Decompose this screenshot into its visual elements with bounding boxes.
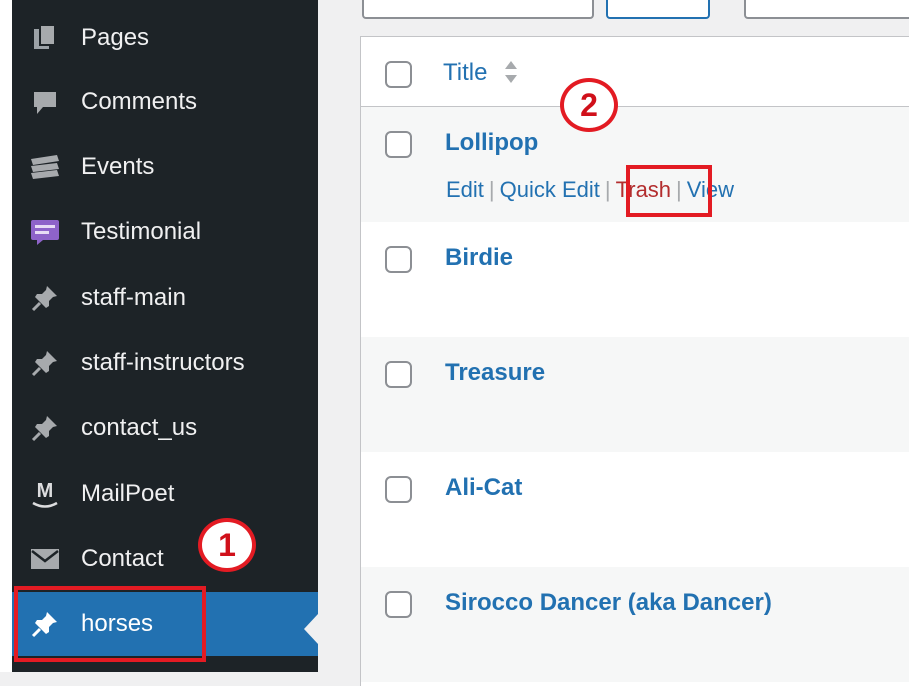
sidebar-item-staff-instructors[interactable]: staff-instructors: [12, 331, 318, 395]
sidebar-item-pages[interactable]: Pages: [12, 6, 318, 70]
mailpoet-icon-letter: M: [37, 480, 54, 502]
sidebar-item-label: Pages: [81, 24, 150, 51]
table-header: Title: [361, 37, 909, 107]
active-menu-pointer: [304, 614, 318, 644]
sidebar-item-label: staff-main: [81, 284, 186, 311]
column-title-sort-link[interactable]: Title: [443, 59, 487, 87]
table-row: Sirocco Dancer (aka Dancer): [361, 567, 909, 682]
row-title-link[interactable]: Sirocco Dancer (aka Dancer): [445, 589, 772, 617]
select-all-checkbox[interactable]: [385, 61, 412, 88]
sidebar-item-events[interactable]: Events: [12, 135, 318, 199]
comments-icon: [26, 85, 64, 119]
row-title-link[interactable]: Birdie: [445, 244, 513, 272]
sidebar-item-staff-main[interactable]: staff-main: [12, 266, 318, 330]
pin-icon: [26, 281, 64, 315]
sidebar-item-label: Events: [81, 153, 155, 180]
sidebar-item-testimonial[interactable]: Testimonial: [12, 200, 318, 264]
envelope-icon: [26, 542, 64, 576]
sidebar-item-mailpoet[interactable]: M MailPoet: [12, 462, 318, 526]
events-icon: [26, 150, 64, 184]
bulk-actions-select[interactable]: [362, 0, 594, 19]
table-row: Birdie: [361, 222, 909, 337]
posts-table: Title Lollipop Edit | Quick Edit | Trash | Vie…: [360, 36, 909, 686]
apply-button[interactable]: [606, 0, 710, 19]
row-title-link[interactable]: Lollipop: [445, 129, 538, 157]
sidebar-item-label: Testimonial: [81, 218, 202, 245]
row-checkbox[interactable]: [385, 361, 412, 388]
row-title-link[interactable]: Treasure: [445, 359, 545, 387]
row-title-link[interactable]: Ali-Cat: [445, 474, 522, 502]
left-strip: [0, 0, 12, 672]
table-row: Ali-Cat: [361, 452, 909, 567]
sidebar-item-contact[interactable]: Contact: [12, 527, 318, 591]
step-badge-2: 2: [560, 78, 618, 132]
sidebar-item-comments[interactable]: Comments: [12, 70, 318, 134]
row-checkbox[interactable]: [385, 246, 412, 273]
highlight-box-horses: [14, 586, 206, 662]
table-row: Treasure: [361, 337, 909, 452]
testimonial-icon: [26, 215, 64, 249]
pin-icon: [26, 411, 64, 445]
quick-edit-link[interactable]: Quick Edit: [500, 177, 600, 202]
step-badge-1: 1: [198, 518, 256, 572]
sidebar-item-label: MailPoet: [81, 480, 175, 507]
sidebar-item-label: Contact: [81, 545, 164, 572]
row-checkbox[interactable]: [385, 131, 412, 158]
sidebar-item-label: contact_us: [81, 414, 198, 441]
separator: |: [488, 177, 495, 202]
row-checkbox[interactable]: [385, 591, 412, 618]
sidebar-item-label: Comments: [81, 88, 198, 115]
sidebar-item-label: staff-instructors: [81, 349, 245, 376]
admin-sidebar: Pages Comments Events Testimonial staff-…: [12, 0, 318, 672]
pin-icon: [26, 346, 64, 380]
row-checkbox[interactable]: [385, 476, 412, 503]
sidebar-item-contact-us[interactable]: contact_us: [12, 396, 318, 460]
edit-link[interactable]: Edit: [446, 177, 484, 202]
mailpoet-icon: M: [26, 477, 64, 511]
pages-icon: [26, 21, 64, 55]
filter-select[interactable]: [744, 0, 909, 19]
separator: |: [604, 177, 611, 202]
sort-icon[interactable]: [503, 57, 519, 87]
highlight-box-trash: [626, 165, 712, 217]
